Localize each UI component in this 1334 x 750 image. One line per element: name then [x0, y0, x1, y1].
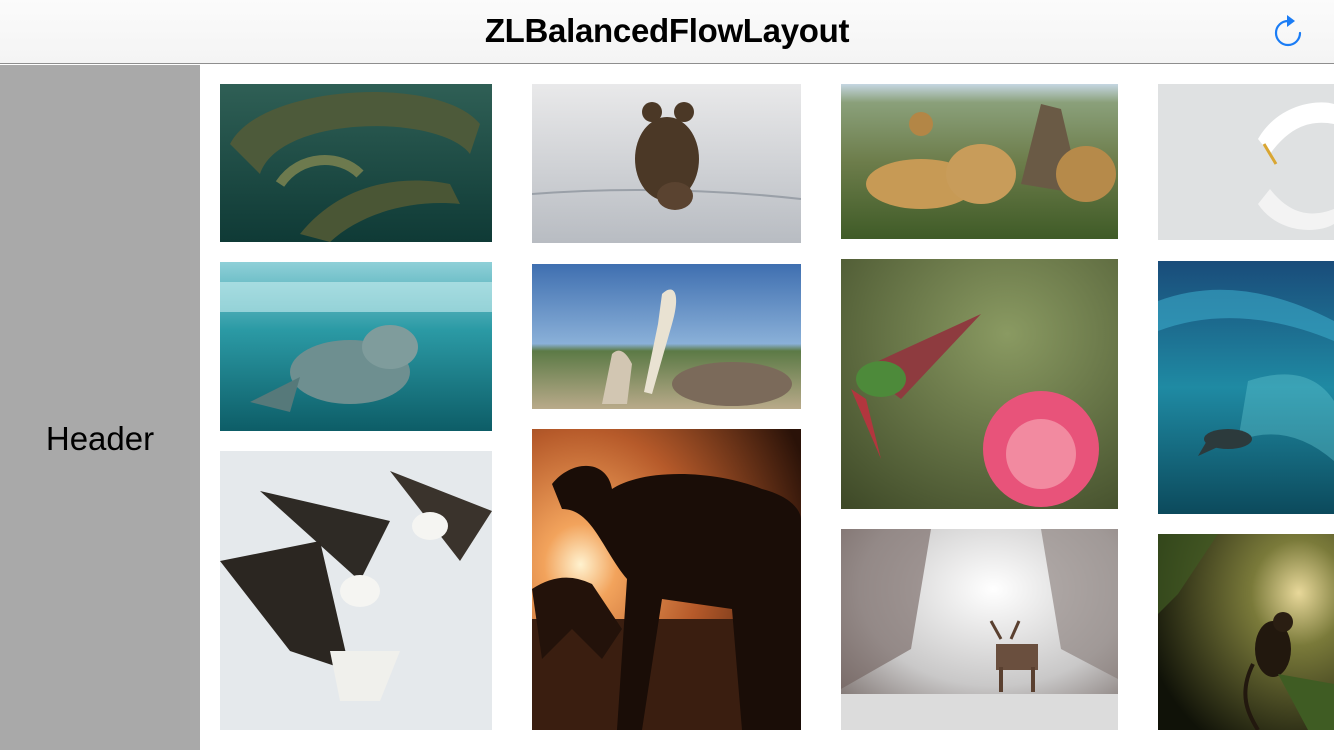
- eagles-photo: [220, 451, 492, 730]
- photo-cell-cheetahs[interactable]: [841, 84, 1118, 239]
- bear-photo: [532, 84, 801, 243]
- header-label: Header: [45, 420, 155, 457]
- cheetahs-photo: [841, 84, 1118, 239]
- photo-cell-bear[interactable]: [532, 84, 801, 243]
- photo-cell-camel[interactable]: [532, 429, 801, 730]
- navigation-bar: ZLBalancedFlowLayout: [0, 0, 1334, 64]
- walrus-photo: [220, 262, 492, 431]
- photo-cell-walrus[interactable]: [220, 262, 492, 431]
- hummingbird-photo: [841, 259, 1118, 509]
- photo-cell-sealion[interactable]: [1158, 261, 1334, 514]
- photo-cell-egret[interactable]: [1158, 84, 1334, 240]
- photo-cell-crocodile[interactable]: [220, 84, 492, 242]
- pelican-photo: [532, 264, 801, 409]
- photo-cell-monkey[interactable]: [1158, 534, 1334, 730]
- collection-header: Header: [0, 65, 200, 750]
- refresh-button[interactable]: [1268, 12, 1308, 52]
- egret-photo: [1158, 84, 1334, 240]
- monkey-photo: [1158, 534, 1334, 730]
- photo-cell-hummingbird[interactable]: [841, 259, 1118, 509]
- camel-photo: [532, 429, 801, 730]
- refresh-icon: [1274, 15, 1302, 47]
- crocodile-photo: [220, 84, 492, 242]
- nav-title: ZLBalancedFlowLayout: [484, 12, 850, 49]
- photo-cell-pelican[interactable]: [532, 264, 801, 409]
- deer-photo: [841, 529, 1118, 730]
- photo-cell-deer[interactable]: [841, 529, 1118, 730]
- photo-cell-eagles[interactable]: [220, 451, 492, 730]
- sealion-photo: [1158, 261, 1334, 514]
